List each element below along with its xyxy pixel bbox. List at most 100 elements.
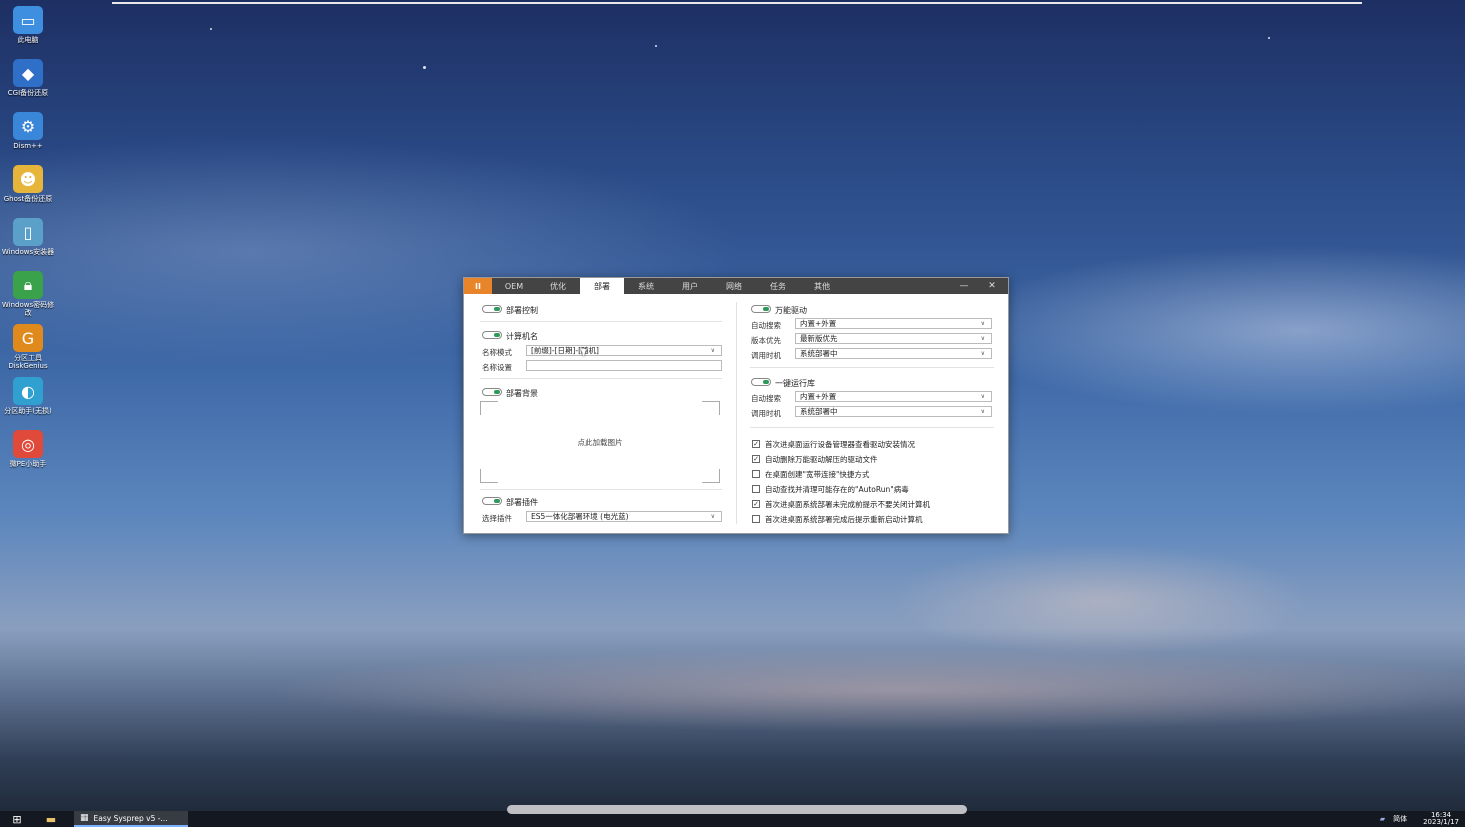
chevron-down-icon: ∨ — [980, 408, 985, 415]
background-image-dropzone[interactable]: 点此加载图片 — [480, 401, 720, 483]
runtime-search-select[interactable]: 内置+外置 ∨ — [795, 391, 992, 402]
name-setting-label: 名称设置 — [482, 363, 512, 372]
chevron-down-icon: ∨ — [980, 320, 985, 327]
driver-search-select[interactable]: 内置+外置 ∨ — [795, 318, 992, 329]
checkbox-unchecked-icon[interactable] — [752, 485, 760, 493]
minimize-button[interactable]: — — [952, 278, 976, 294]
option-checkbox-row[interactable]: 首次进桌面系统部署完成后提示重新启动计算机 — [752, 514, 923, 524]
plugin-toggle[interactable] — [482, 497, 502, 505]
clock-date: 2023/1/17 — [1423, 818, 1459, 826]
network-icon[interactable]: ▰ — [1380, 815, 1385, 823]
tab-oem[interactable]: OEM — [492, 278, 536, 294]
home-indicator-bar[interactable] — [507, 805, 967, 814]
option-checkbox-row[interactable]: ✓ 首次进桌面系统部署未完成前提示不要关闭计算机 — [752, 499, 930, 509]
desktop-icon[interactable]: ◐ 分区助手(无损) — [0, 377, 56, 430]
runtime-timing-select[interactable]: 系统部署中 ∨ — [795, 406, 992, 417]
option-checkbox-row[interactable]: 在桌面创建"宽带连接"快捷方式 — [752, 469, 869, 479]
wallpaper-star — [423, 66, 426, 69]
desktop-icon[interactable]: ⚙ Dism++ — [0, 112, 56, 165]
wallpaper-star — [655, 45, 657, 47]
tab-users[interactable]: 用户 — [668, 278, 712, 294]
wallpaper-star — [210, 28, 212, 30]
desktop-icon[interactable]: ▯ Windows安装器 — [0, 218, 56, 271]
clock[interactable]: 16:34 2023/1/17 — [1423, 812, 1459, 826]
driver-timing-label: 调用时机 — [751, 351, 781, 360]
desktop-icon-label: CGI备份还原 — [7, 89, 49, 97]
computer-name-toggle[interactable] — [482, 331, 502, 339]
runtime-search-value: 内置+外置 — [800, 392, 837, 401]
plugin-title: 部署插件 — [506, 498, 538, 507]
option-checkbox-label: 首次进桌面系统部署未完成前提示不要关闭计算机 — [765, 499, 930, 509]
taskbar-app-easy-sysprep[interactable]: ▦ Easy Sysprep v5 -... — [74, 811, 188, 827]
section-divider — [480, 378, 722, 379]
checkbox-checked-icon[interactable]: ✓ — [752, 455, 760, 463]
tab-network[interactable]: 网络 — [712, 278, 756, 294]
name-setting-input[interactable] — [526, 360, 722, 371]
runtime-search-label: 自动搜索 — [751, 394, 781, 403]
gears-icon: ⚙ — [13, 112, 43, 140]
deploy-panel: 部署控制 计算机名 名称模式 [前缀]-[日期]-[随机] ∨ 名称设置 部署背… — [464, 294, 1010, 534]
driver-search-value: 内置+外置 — [800, 319, 837, 328]
tab-other[interactable]: 其他 — [800, 278, 844, 294]
option-checkbox-row[interactable]: ✓ 首次进桌面运行设备管理器查看驱动安装情况 — [752, 439, 915, 449]
chevron-down-icon: ∨ — [980, 393, 985, 400]
desktop-icon[interactable]: ◎ 微PE小助手 — [0, 430, 56, 483]
file-explorer-icon[interactable]: ▬ — [34, 811, 68, 827]
driver-timing-select[interactable]: 系统部署中 ∨ — [795, 348, 992, 359]
runtime-toggle[interactable] — [751, 378, 771, 386]
plugin-select[interactable]: ES5一体化部署环境 (电光蓝) ∨ — [526, 511, 722, 522]
driver-version-value: 最新版优先 — [800, 334, 838, 343]
window-titlebar[interactable]: II OEM 优化 部署 系统 用户 网络 任务 其他 — ✕ — [464, 278, 1008, 294]
desktop-icon[interactable]: 🔒︎ Windows密码修改 — [0, 271, 56, 324]
driver-version-label: 版本优先 — [751, 336, 781, 345]
tab-system[interactable]: 系统 — [624, 278, 668, 294]
background-title: 部署背景 — [506, 389, 538, 398]
desktop-icon[interactable]: ▭ 此电脑 — [0, 6, 56, 59]
ghost-icon: ☻ — [13, 165, 43, 193]
deploy-control-label: 部署控制 — [506, 306, 538, 315]
cgi-backup-icon: ◆ — [13, 59, 43, 87]
tab-tasks[interactable]: 任务 — [756, 278, 800, 294]
runtime-title: 一键运行库 — [775, 379, 815, 388]
background-toggle[interactable] — [482, 388, 502, 396]
lifebuoy-icon: ◎ — [13, 430, 43, 458]
start-button[interactable]: ⊞ — [0, 811, 34, 827]
driver-version-select[interactable]: 最新版优先 ∨ — [795, 333, 992, 344]
desktop-icon[interactable]: G 分区工具DiskGenius — [0, 324, 56, 377]
desktop-icon[interactable]: ◆ CGI备份还原 — [0, 59, 56, 112]
desktop-icon-label: Ghost备份还原 — [3, 195, 53, 203]
desktop-icon[interactable]: ☻ Ghost备份还原 — [0, 165, 56, 218]
plugin-select-value: ES5一体化部署环境 (电光蓝) — [531, 512, 629, 521]
load-image-text: 点此加载图片 — [577, 438, 623, 447]
input-language[interactable]: 简体 — [1393, 814, 1407, 824]
desktop-icon-label: Dism++ — [13, 142, 43, 150]
section-divider — [750, 427, 994, 428]
checkbox-checked-icon[interactable]: ✓ — [752, 500, 760, 508]
tab-optimize[interactable]: 优化 — [536, 278, 580, 294]
plugin-select-label: 选择插件 — [482, 514, 512, 523]
lock-icon: 🔒︎ — [13, 271, 43, 299]
screen-top-bar — [112, 2, 1362, 4]
section-divider — [750, 367, 994, 368]
app-logo: II — [464, 278, 492, 294]
checkbox-unchecked-icon[interactable] — [752, 470, 760, 478]
computer-name-title: 计算机名 — [506, 332, 538, 341]
option-checkbox-row[interactable]: ✓ 自动删除万能驱动解压的驱动文件 — [752, 454, 878, 464]
option-checkbox-row[interactable]: 自动查找并清理可能存在的"AutoRun"病毒 — [752, 484, 909, 494]
option-checkbox-label: 首次进桌面运行设备管理器查看驱动安装情况 — [765, 439, 915, 449]
desktop-icon-label: 此电脑 — [17, 36, 39, 44]
tab-deploy[interactable]: 部署 — [580, 278, 624, 294]
name-mode-select[interactable]: [前缀]-[日期]-[随机] ∨ — [526, 345, 722, 356]
desktop-icon-label: Windows安装器 — [1, 248, 55, 256]
deploy-control-toggle[interactable] — [482, 305, 502, 313]
checkbox-checked-icon[interactable]: ✓ — [752, 440, 760, 448]
section-divider — [480, 489, 722, 490]
close-button[interactable]: ✕ — [980, 278, 1004, 294]
chevron-down-icon: ∨ — [980, 350, 985, 357]
checkbox-unchecked-icon[interactable] — [752, 515, 760, 523]
driver-search-label: 自动搜索 — [751, 321, 781, 330]
universal-driver-toggle[interactable] — [751, 305, 771, 313]
app-window-icon: ▦ — [80, 813, 89, 823]
computer-icon: ▭ — [13, 6, 43, 34]
column-divider — [736, 302, 737, 524]
